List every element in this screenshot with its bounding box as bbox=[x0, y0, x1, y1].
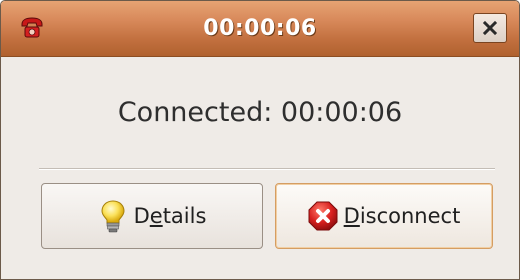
call-status-dialog: 00:00:06 Connected: 00:00:06 Details Dis… bbox=[0, 0, 520, 280]
close-button[interactable] bbox=[473, 13, 507, 43]
disconnect-mnemonic: D bbox=[343, 204, 360, 228]
title-bar[interactable]: 00:00:06 bbox=[1, 1, 519, 57]
close-icon bbox=[482, 20, 498, 36]
stop-icon bbox=[308, 201, 338, 231]
disconnect-button-label: Disconnect bbox=[343, 204, 461, 228]
details-button[interactable]: Details bbox=[41, 183, 263, 249]
details-mnemonic: e bbox=[149, 204, 163, 228]
lightbulb-icon bbox=[101, 200, 125, 233]
separator bbox=[39, 168, 495, 170]
connection-status-text: Connected: 00:00:06 bbox=[117, 97, 403, 128]
details-button-label: Details bbox=[133, 204, 207, 228]
disconnect-button[interactable]: Disconnect bbox=[275, 183, 493, 249]
window-title: 00:00:06 bbox=[203, 16, 317, 41]
